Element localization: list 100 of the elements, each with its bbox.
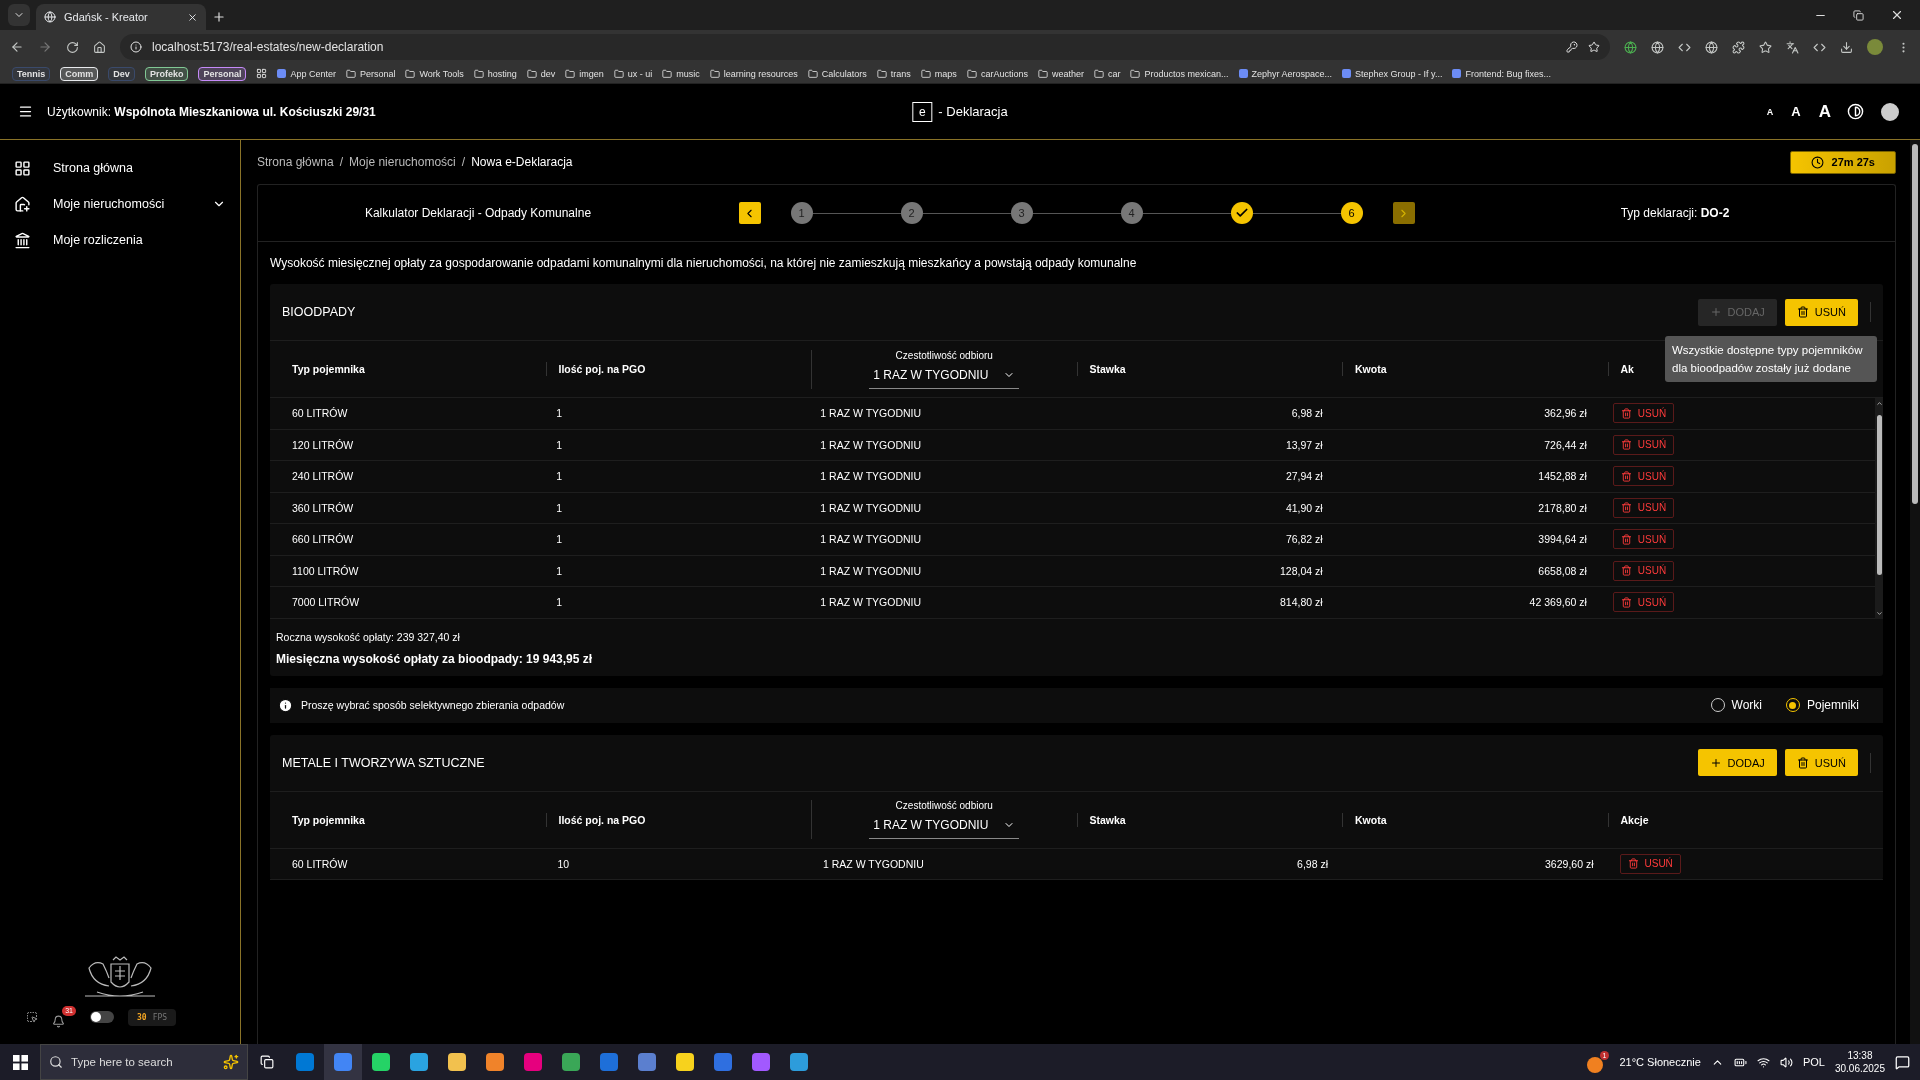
bookmark-link[interactable]: Zephyr Aerospace... — [1251, 68, 1333, 79]
next-step-button[interactable] — [1392, 202, 1415, 224]
delete-row-button[interactable]: USUŃ — [1612, 560, 1675, 581]
step-indicator[interactable]: 2 — [900, 202, 923, 224]
extension-icon[interactable] — [1705, 40, 1718, 54]
restore-icon[interactable] — [1853, 9, 1864, 21]
bookmark-chip[interactable]: Comm — [60, 66, 99, 81]
bookmark-chip[interactable]: Personal — [198, 66, 247, 81]
step-indicator[interactable]: 4 — [1120, 202, 1143, 224]
clock[interactable]: 13:38 30.06.2025 — [1834, 1050, 1885, 1074]
extension-icon[interactable] — [1651, 40, 1664, 54]
bookmark-folder[interactable]: maps — [934, 68, 957, 79]
browser-tab[interactable]: Gdańsk - Kreator — [36, 4, 206, 30]
bookmark-folder[interactable]: Personal — [359, 68, 396, 79]
scrollbar[interactable] — [1875, 398, 1883, 619]
frequency-select[interactable]: 1 RAZ W TYGODNIU — [869, 365, 1020, 389]
column-header: Kwota — [1355, 363, 1387, 375]
extensions-icon[interactable] — [1732, 40, 1745, 54]
contrast-icon[interactable] — [1847, 103, 1864, 120]
delete-button[interactable]: USUŃ — [1784, 298, 1858, 326]
translate-icon[interactable] — [1786, 40, 1799, 54]
info-icon — [278, 697, 293, 713]
bookmark-folder[interactable]: Calculators — [821, 68, 867, 79]
step-indicator[interactable] — [1230, 202, 1253, 224]
app-icon — [714, 1053, 732, 1071]
font-size-button[interactable]: A — [1764, 106, 1776, 117]
bookmark-folder[interactable]: Productos mexican... — [1144, 68, 1229, 79]
breadcrumb-link[interactable]: Moje nieruchomości — [349, 155, 456, 169]
bookmark-chip[interactable]: Profeko — [144, 66, 189, 81]
app-icon — [524, 1053, 542, 1071]
bookmark-link[interactable]: Stephex Group - If y... — [1355, 68, 1443, 79]
task-view-icon[interactable] — [260, 1055, 274, 1069]
sidebar-item[interactable]: Strona główna — [0, 150, 240, 186]
delete-button[interactable]: USUŃ — [1784, 749, 1858, 776]
delete-row-button[interactable]: USUŃ — [1619, 853, 1681, 874]
folder-icon — [613, 68, 624, 79]
select-icon[interactable] — [26, 1011, 38, 1023]
sidebar-item[interactable]: Moje rozliczenia — [0, 222, 240, 258]
address-bar[interactable]: localhost:5173/real-estates/new-declaration — [120, 34, 1610, 60]
scroll-up-icon[interactable] — [1875, 400, 1883, 407]
delete-row-button[interactable]: USUŃ — [1612, 497, 1675, 518]
bookmark-folder[interactable]: car — [1107, 68, 1121, 79]
delete-row-button[interactable]: USUŃ — [1612, 403, 1675, 424]
bookmark-folder[interactable]: carAuctions — [980, 68, 1028, 79]
folder-icon — [526, 68, 537, 79]
bookmark-folder[interactable]: Work Tools — [419, 68, 464, 79]
language-indicator[interactable]: POL — [1802, 1056, 1825, 1068]
bookmark-folder[interactable]: imgen — [579, 68, 604, 79]
download-icon[interactable] — [1840, 40, 1853, 54]
previous-step-button[interactable] — [738, 202, 761, 224]
key-icon[interactable] — [1566, 41, 1578, 53]
taskbar-search[interactable]: Type here to search — [40, 1044, 248, 1080]
font-size-button[interactable]: A — [1789, 104, 1803, 119]
breadcrumb-link[interactable]: Nowa e-Deklaracja — [471, 155, 573, 169]
new-tab-icon[interactable] — [212, 10, 226, 24]
step-indicator[interactable]: 1 — [790, 202, 813, 224]
star-icon[interactable] — [1588, 41, 1600, 53]
bookmark-folder[interactable]: trans — [890, 68, 911, 79]
bookmark-folder[interactable]: dev — [540, 68, 556, 79]
bookmark-folder[interactable]: ux - ui — [627, 68, 653, 79]
bookmark-chip[interactable]: Tennis — [12, 66, 51, 81]
notifications-icon[interactable] — [1895, 1054, 1910, 1070]
bookmark-chip[interactable]: Dev — [108, 66, 135, 81]
back-icon[interactable] — [10, 40, 24, 54]
delete-row-button[interactable]: USUŃ — [1612, 592, 1675, 613]
weather-text[interactable]: 21°C Słonecznie — [1619, 1056, 1701, 1068]
avatar[interactable] — [1867, 39, 1883, 55]
frequency-select[interactable]: 1 RAZ W TYGODNIU — [869, 816, 1020, 839]
close-icon[interactable] — [1890, 8, 1904, 22]
breadcrumb-link[interactable]: Strona główna — [257, 155, 334, 169]
step-indicator[interactable]: 3 — [1010, 202, 1033, 224]
add-button[interactable]: DODAJ — [1697, 749, 1777, 776]
delete-row-button[interactable]: USUŃ — [1612, 466, 1675, 487]
delete-row-button[interactable]: USUŃ — [1612, 529, 1675, 550]
bookmark-folder[interactable]: hosting — [487, 68, 517, 79]
bookmark-folder[interactable]: music — [676, 68, 700, 79]
extension-icon[interactable] — [1624, 40, 1637, 54]
bookmark-folder[interactable]: weather — [1051, 68, 1084, 79]
scroll-down-icon[interactable] — [1875, 609, 1883, 617]
bookmarks-icon[interactable] — [1759, 40, 1772, 54]
forward-icon[interactable] — [38, 40, 52, 54]
apps-icon[interactable] — [256, 68, 268, 79]
radio-option[interactable]: Worki — [1710, 698, 1762, 712]
radio-option[interactable]: Pojemniki — [1785, 698, 1859, 712]
step-indicator[interactable]: 6 — [1340, 202, 1363, 224]
volume-icon[interactable] — [1779, 1055, 1793, 1069]
tab-list-button[interactable] — [8, 4, 30, 26]
menu-icon[interactable] — [18, 104, 33, 119]
delete-row-button[interactable]: USUŃ — [1612, 434, 1675, 455]
bookmark-link[interactable]: App Center — [290, 68, 336, 79]
reload-icon[interactable] — [66, 40, 79, 54]
close-icon[interactable] — [187, 11, 198, 23]
sidebar-item[interactable]: Moje nieruchomości — [0, 186, 240, 222]
network-icon[interactable] — [1756, 1055, 1770, 1069]
home-icon[interactable] — [93, 40, 106, 54]
bookmark-folder[interactable]: learning resources — [723, 68, 798, 79]
scrollbar[interactable] — [1910, 140, 1920, 1044]
font-size-button[interactable]: A — [1816, 101, 1833, 122]
bookmark-link[interactable]: Frontend: Bug fixes... — [1465, 68, 1551, 79]
toggle-switch[interactable] — [90, 1011, 114, 1023]
